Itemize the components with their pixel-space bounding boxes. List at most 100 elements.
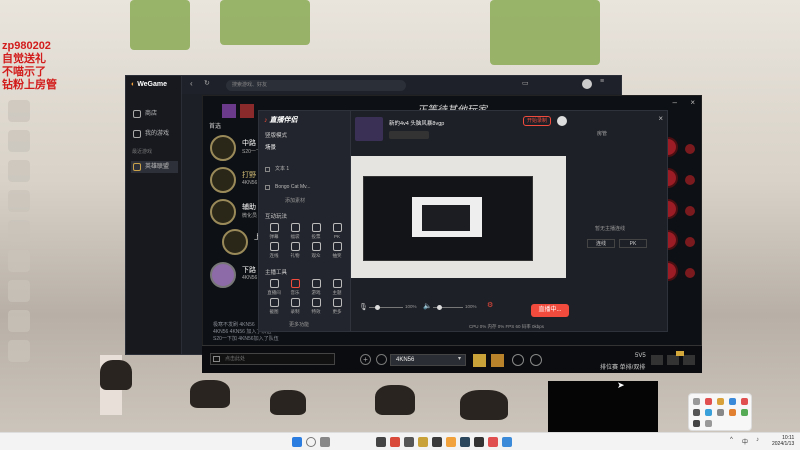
speaker-icon[interactable]: 🔈	[423, 302, 432, 310]
close-icon[interactable]: ×	[690, 98, 695, 107]
sidebar-item-my-games[interactable]: 我的游戏	[131, 128, 178, 140]
tray-icon[interactable]	[717, 409, 724, 416]
tool-effects[interactable]: 特效	[306, 298, 326, 315]
taskbar-app-icon[interactable]	[418, 437, 428, 447]
chat-input[interactable]: 点击此处	[210, 353, 335, 365]
desktop-icon[interactable]	[8, 220, 30, 242]
close-icon[interactable]: ×	[658, 114, 663, 123]
tool-room[interactable]: 直播间	[264, 279, 284, 296]
tray-icon[interactable]	[717, 398, 724, 405]
scene-item[interactable]: 文本 1	[265, 165, 343, 174]
tool-lottery[interactable]: 抽奖	[327, 242, 347, 259]
taskbar-app-icon[interactable]	[502, 437, 512, 447]
taskview-icon[interactable]	[320, 437, 330, 447]
tray-icon[interactable]	[741, 398, 748, 405]
volume-icon[interactable]: ♪	[756, 437, 759, 443]
tool-theme[interactable]: 主题	[327, 279, 347, 296]
refresh-icon[interactable]: ↻	[204, 79, 210, 87]
settings-icon[interactable]: ⚙	[487, 301, 493, 309]
tray-icon[interactable]	[705, 398, 712, 405]
tray-icon[interactable]	[693, 398, 700, 405]
sidebar-item-lol[interactable]: 英雄联盟	[131, 161, 178, 173]
avatar[interactable]	[582, 79, 592, 89]
add-icon[interactable]: +	[360, 354, 371, 365]
search-icon[interactable]	[306, 437, 316, 447]
scene-item[interactable]: Bongo Cat Mv...	[265, 183, 343, 192]
taskbar-app-icon[interactable]	[376, 437, 386, 447]
edit-icon[interactable]	[376, 354, 387, 365]
desktop-icon[interactable]	[8, 310, 30, 332]
taskbar-app-icon[interactable]	[474, 437, 484, 447]
language-indicator[interactable]: 中	[742, 437, 748, 446]
tool-more[interactable]: 更多	[327, 298, 347, 315]
tab-primary[interactable]: 首选	[209, 121, 221, 130]
chat-toggle-button[interactable]	[651, 355, 663, 365]
desktop-icon[interactable]	[8, 160, 30, 182]
taskbar-app-icon[interactable]	[488, 437, 498, 447]
tool-lucky-bag[interactable]: 福袋	[285, 223, 305, 240]
taskbar-app-icon[interactable]	[404, 437, 414, 447]
taskbar-app-icon[interactable]	[460, 437, 470, 447]
tool-screenshot[interactable]: 截图	[264, 298, 284, 315]
pk-button[interactable]: PK	[619, 239, 647, 248]
menu-icon[interactable]: ≡	[600, 78, 604, 85]
tab-scenes[interactable]: 场景	[265, 143, 276, 151]
friends-button[interactable]	[667, 355, 679, 365]
desktop-icon[interactable]	[8, 340, 30, 362]
tray-icon[interactable]	[705, 420, 712, 427]
spell-icon[interactable]	[491, 354, 504, 367]
tray-chevron-icon[interactable]: ^	[730, 437, 733, 443]
tool-vote[interactable]: 投票	[306, 223, 326, 240]
more-functions-link[interactable]: 更多功能	[289, 321, 309, 328]
mic-volume-knob[interactable]	[375, 305, 380, 310]
taskbar-app-icon[interactable]	[446, 437, 456, 447]
speaker-volume-knob[interactable]	[437, 305, 442, 310]
tray-icon[interactable]	[741, 409, 748, 416]
desktop-icon[interactable]	[8, 280, 30, 302]
tool-audience[interactable]: 观众	[306, 242, 326, 259]
tray-icon[interactable]	[705, 409, 712, 416]
tray-icon[interactable]	[693, 409, 700, 416]
taskbar-app-icon[interactable]	[390, 437, 400, 447]
desktop-icon[interactable]	[8, 250, 30, 272]
taskbar-app-icon[interactable]	[432, 437, 442, 447]
tool-gift[interactable]: 礼物	[285, 242, 305, 259]
sidebar-item-store[interactable]: 商店	[131, 108, 178, 120]
desktop-icon[interactable]	[8, 190, 30, 212]
connect-button[interactable]: 连线	[587, 239, 615, 248]
spell-icon[interactable]	[473, 354, 486, 367]
tray-icon[interactable]	[693, 420, 700, 427]
mic-icon[interactable]: 🎙	[359, 303, 368, 311]
windows-start-icon[interactable]	[292, 437, 302, 447]
record-button[interactable]: 开始录制	[523, 116, 551, 126]
clock[interactable]: 10:11 2024/1/13	[772, 435, 794, 447]
tool-game[interactable]: 游戏	[306, 279, 326, 296]
mode-selector[interactable]: 竖版模式	[265, 131, 287, 139]
speaker-volume-slider[interactable]	[433, 305, 463, 310]
tool-danmaku[interactable]: 弹幕	[264, 223, 284, 240]
live-status-button[interactable]: 直播中...	[531, 304, 569, 317]
tool-pk[interactable]: PK	[327, 223, 347, 239]
rune-icon[interactable]	[530, 354, 542, 366]
desktop-icon[interactable]	[8, 130, 30, 152]
chevron-down-icon[interactable]: ▾	[458, 355, 461, 362]
rune-icon[interactable]	[512, 354, 524, 366]
stream-title[interactable]: 新的4v4 头脑风暴8vgp	[389, 119, 444, 127]
tool-music[interactable]: 音乐	[285, 279, 305, 296]
back-icon[interactable]: ‹	[190, 79, 193, 88]
mic-volume-slider[interactable]	[369, 305, 403, 310]
stream-preview[interactable]	[351, 156, 566, 278]
minimize-icon[interactable]: –	[673, 98, 677, 107]
search-input[interactable]: 搜索游戏、好友	[226, 80, 406, 91]
player-name-field[interactable]: 4KN56	[390, 354, 466, 366]
tool-record[interactable]: 录制	[285, 298, 305, 315]
stream-cover[interactable]	[355, 117, 383, 141]
tray-icon[interactable]	[729, 409, 736, 416]
settings-button[interactable]	[683, 355, 695, 365]
desktop-icon[interactable]	[8, 100, 30, 122]
add-material-button[interactable]: 添加素材	[265, 197, 343, 206]
tray-icon[interactable]	[729, 398, 736, 405]
download-icon[interactable]: ▭	[522, 79, 529, 87]
tool-connect[interactable]: 连线	[264, 242, 284, 259]
user-avatar[interactable]	[557, 116, 567, 126]
